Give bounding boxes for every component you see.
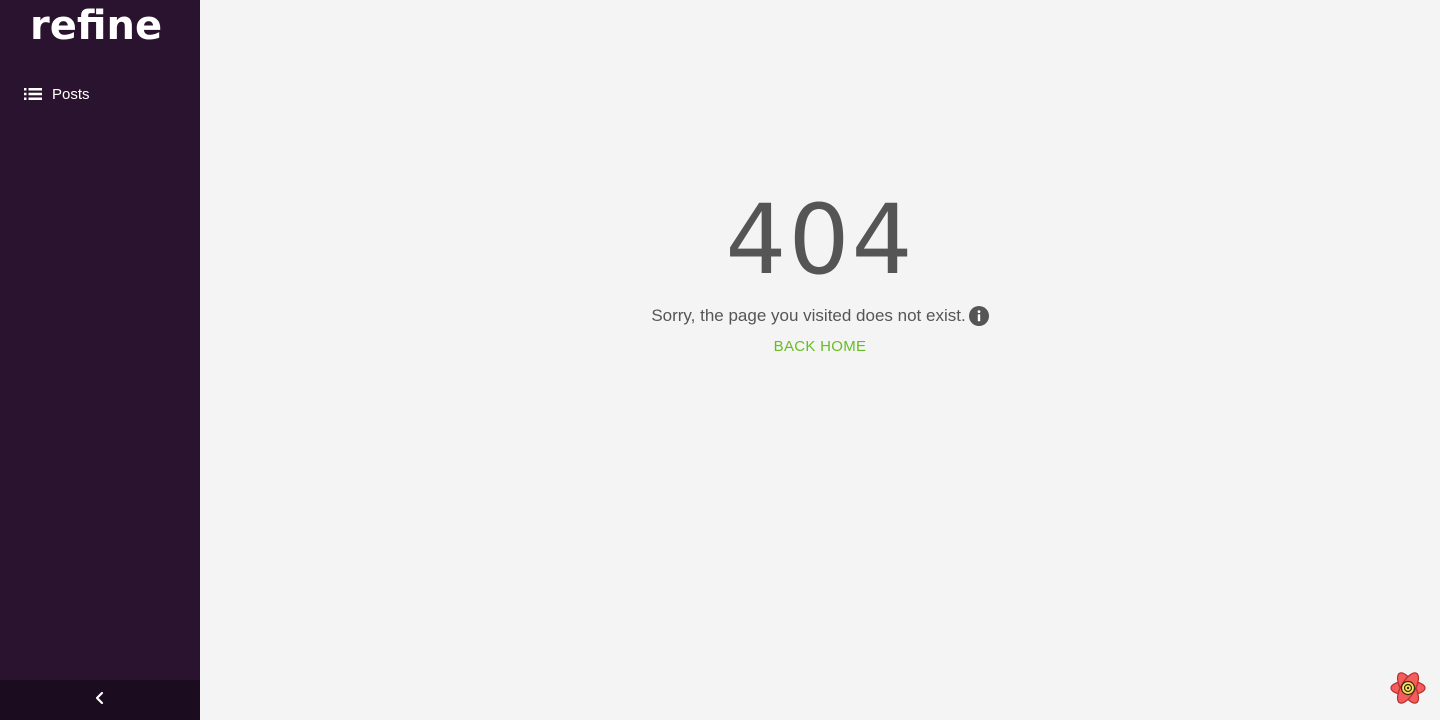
list-icon [24,86,44,102]
sidebar: refine Posts [0,0,200,720]
error-subtitle-row: Sorry, the page you visited does not exi… [200,302,1440,330]
error-message: Sorry, the page you visited does not exi… [651,306,966,325]
chevron-left-icon [95,691,105,710]
logo-text: refine [30,3,163,49]
refine-logo[interactable]: refine [30,3,170,50]
main-content: 404 Sorry, the page you visited does not… [200,0,1440,720]
react-devtools-icon[interactable] [1388,668,1428,708]
sidebar-item-posts[interactable]: Posts [0,80,200,108]
error-result: 404 Sorry, the page you visited does not… [200,180,1440,360]
info-icon[interactable] [968,306,989,326]
sidebar-collapse-button[interactable] [0,680,200,720]
error-code: 404 [725,184,915,296]
back-home-button[interactable]: BACK HOME [774,334,867,360]
sidebar-menu: Posts [0,80,200,108]
sidebar-item-label: Posts [52,85,90,103]
